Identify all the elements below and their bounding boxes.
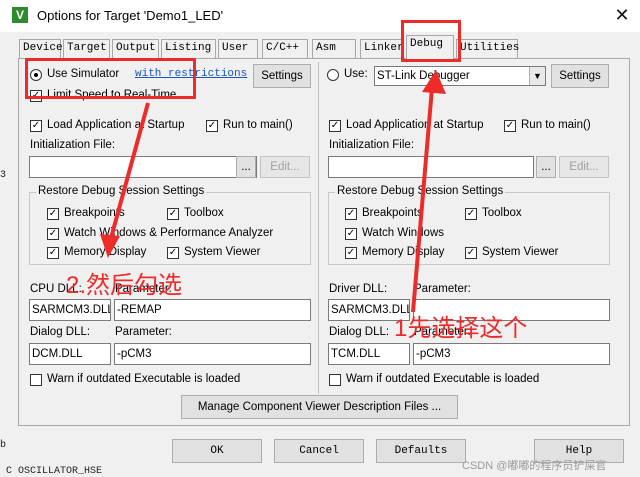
right-breakpoints-checkbox[interactable]: ✓	[345, 208, 357, 220]
load-application-checkbox[interactable]: ✓	[30, 120, 42, 132]
right-initialization-file-label: Initialization File:	[329, 139, 415, 151]
background-text-fragment: 3	[0, 170, 7, 181]
restore-settings-title: Restore Debug Session Settings	[36, 185, 207, 197]
right-initialization-file-input[interactable]	[328, 156, 534, 178]
edit-button[interactable]: Edit...	[260, 156, 310, 178]
dialog-dll-field[interactable]: DCM.DLL	[29, 343, 111, 365]
initialization-file-input[interactable]	[29, 156, 257, 178]
right-run-to-main-label: Run to main()	[521, 119, 591, 131]
breakpoints-checkbox[interactable]: ✓	[47, 208, 59, 220]
memory-display-checkbox[interactable]: ✓	[47, 247, 59, 259]
cpu-parameter-field[interactable]: -REMAP	[114, 299, 311, 321]
warn-outdated-label: Warn if outdated Executable is loaded	[47, 373, 241, 385]
run-to-main-label: Run to main()	[223, 119, 293, 131]
simulator-settings-button[interactable]: Settings	[253, 64, 311, 88]
tab-target[interactable]: Target	[63, 39, 110, 58]
right-memory-display-label: Memory Display	[362, 246, 445, 258]
background-text-fragment: b	[0, 440, 7, 451]
right-dialog-parameter-field[interactable]: -pCM3	[413, 343, 610, 365]
background-text-fragment: C OSCILLATOR_HSE	[6, 466, 103, 477]
cpu-dll-field[interactable]: SARMCM3.DLL	[29, 299, 111, 321]
breakpoints-label: Breakpoints	[64, 207, 125, 219]
right-dialog-dll-label: Dialog DLL:	[329, 326, 390, 338]
dialog-parameter-label: Parameter:	[115, 326, 172, 338]
right-system-viewer-label: System Viewer	[482, 246, 559, 258]
right-watch-windows-checkbox[interactable]: ✓	[345, 228, 357, 240]
driver-dll-label: Driver DLL:	[329, 283, 388, 295]
watch-windows-label: Watch Windows & Performance Analyzer	[64, 227, 274, 239]
tab-asm[interactable]: Asm	[312, 39, 356, 58]
toolbox-label: Toolbox	[184, 207, 224, 219]
warn-outdated-checkbox[interactable]	[30, 374, 42, 386]
right-restore-settings-title: Restore Debug Session Settings	[335, 185, 506, 197]
right-watch-windows-label: Watch Windows	[362, 227, 445, 239]
use-debugger-label: Use:	[344, 68, 368, 80]
chevron-down-icon[interactable]: ▼	[529, 67, 545, 85]
right-run-to-main-checkbox[interactable]: ✓	[504, 120, 516, 132]
debugger-settings-button[interactable]: Settings	[551, 64, 609, 88]
driver-parameter-label: Parameter:	[414, 283, 471, 295]
right-edit-button[interactable]: Edit...	[559, 156, 609, 178]
annotation-step-1: 1先选择这个	[394, 315, 528, 342]
close-icon[interactable]: ✕	[610, 4, 634, 26]
right-memory-display-checkbox[interactable]: ✓	[345, 247, 357, 259]
tab-utilities[interactable]: Utilities	[456, 39, 519, 58]
csdn-watermark: CSDN @嘟嘟的程序员铲屎官	[462, 460, 607, 472]
manage-component-viewer-button[interactable]: Manage Component Viewer Description File…	[181, 395, 458, 419]
right-toolbox-checkbox[interactable]: ✓	[465, 208, 477, 220]
toolbox-checkbox[interactable]: ✓	[167, 208, 179, 220]
annotation-box-simulator	[25, 58, 196, 99]
debugger-select-value: ST-Link Debugger	[377, 70, 470, 82]
use-debugger-radio[interactable]	[327, 69, 339, 81]
load-application-label: Load Application at Startup	[47, 119, 185, 131]
column-separator	[318, 62, 319, 394]
right-breakpoints-label: Breakpoints	[362, 207, 423, 219]
annotation-step-2: 2.然后勾选	[66, 272, 183, 299]
tab-listing[interactable]: Listing	[161, 39, 216, 58]
tab-user[interactable]: User	[218, 39, 258, 58]
annotation-box-debug-tab	[401, 20, 461, 62]
initialization-file-label: Initialization File:	[30, 139, 116, 151]
tab-cpp[interactable]: C/C++	[262, 39, 308, 58]
right-toolbox-label: Toolbox	[482, 207, 522, 219]
ok-button[interactable]: OK	[172, 439, 262, 463]
dialog-parameter-field[interactable]: -pCM3	[114, 343, 311, 365]
cancel-button[interactable]: Cancel	[274, 439, 364, 463]
system-viewer-checkbox[interactable]: ✓	[167, 247, 179, 259]
right-system-viewer-checkbox[interactable]: ✓	[465, 247, 477, 259]
memory-display-label: Memory Display	[64, 246, 147, 258]
debugger-select[interactable]: ST-Link Debugger ▼	[374, 66, 546, 86]
right-warn-outdated-checkbox[interactable]	[329, 374, 341, 386]
watch-windows-checkbox[interactable]: ✓	[47, 228, 59, 240]
right-warn-outdated-label: Warn if outdated Executable is loaded	[346, 373, 540, 385]
tab-output[interactable]: Output	[112, 39, 159, 58]
right-browse-button[interactable]: ...	[536, 156, 556, 178]
tab-linker[interactable]: Linker	[360, 39, 404, 58]
run-to-main-checkbox[interactable]: ✓	[206, 120, 218, 132]
defaults-button[interactable]: Defaults	[376, 439, 466, 463]
dialog-dll-label: Dialog DLL:	[30, 326, 91, 338]
window-title: Options for Target 'Demo1_LED'	[37, 8, 224, 23]
right-dialog-dll-field[interactable]: TCM.DLL	[328, 343, 410, 365]
keil-app-icon: V	[12, 7, 28, 23]
browse-button[interactable]: ...	[236, 156, 256, 178]
system-viewer-label: System Viewer	[184, 246, 261, 258]
tab-device[interactable]: Device	[19, 39, 63, 58]
right-load-application-checkbox[interactable]: ✓	[329, 120, 341, 132]
right-load-application-label: Load Application at Startup	[346, 119, 484, 131]
